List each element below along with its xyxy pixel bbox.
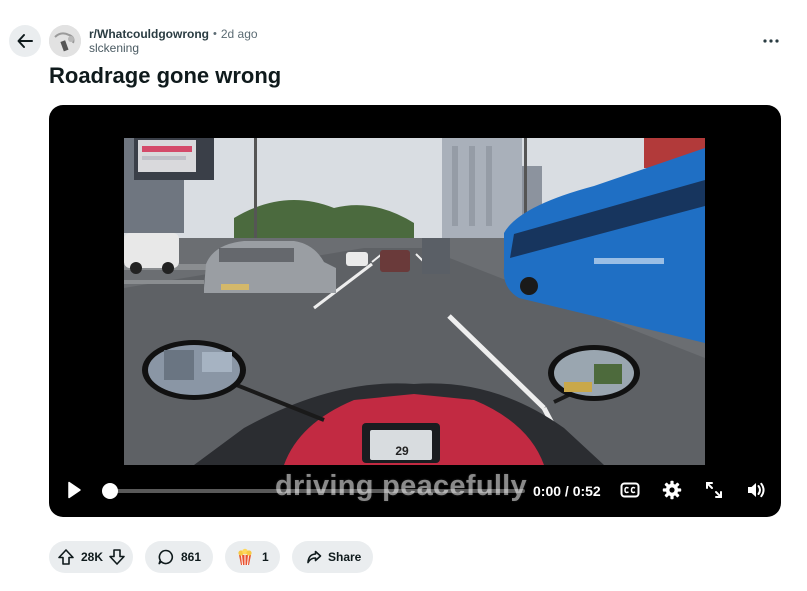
share-label: Share [328, 550, 362, 564]
meta-separator: • [212, 28, 217, 40]
play-button[interactable] [63, 479, 85, 501]
fullscreen-button[interactable] [703, 479, 725, 501]
comments-button[interactable]: 861 [145, 541, 213, 573]
upvote-button[interactable] [57, 548, 75, 566]
captions-icon [620, 482, 640, 498]
volume-button[interactable] [745, 479, 767, 501]
share-icon [306, 549, 322, 565]
settings-gear-icon [662, 480, 682, 500]
play-icon [68, 481, 81, 499]
post-age: 2d ago [220, 27, 258, 41]
video-player[interactable]: 29 driving peacefully 0:00 / 0:52 [49, 105, 781, 517]
back-button[interactable] [9, 25, 41, 57]
captions-button[interactable] [619, 479, 641, 501]
upvote-icon [58, 549, 74, 565]
more-options-icon [763, 39, 779, 43]
video-frame: 29 [124, 138, 705, 465]
post-title: Roadrage gone wrong [49, 63, 282, 88]
fullscreen-icon [706, 482, 722, 498]
speedometer-readout: 29 [395, 444, 409, 458]
share-button[interactable]: Share [292, 541, 373, 573]
comment-icon [158, 549, 174, 565]
volume-icon [748, 482, 765, 498]
progress-scrubber[interactable] [102, 483, 118, 499]
downvote-icon [109, 549, 125, 565]
vote-count: 28K [81, 550, 104, 564]
downvote-button[interactable] [108, 548, 126, 566]
motorcycle-road-scene: 29 [124, 138, 705, 465]
more-options-button[interactable] [755, 28, 787, 54]
video-controls: 0:00 / 0:52 [49, 475, 781, 505]
back-arrow-icon [17, 34, 33, 48]
progress-bar[interactable] [107, 489, 525, 493]
comment-count: 861 [181, 550, 202, 564]
vote-pill: 28K [49, 541, 133, 573]
subreddit-avatar[interactable] [49, 25, 81, 57]
award-count: 1 [262, 550, 269, 564]
award-button[interactable]: 1 [225, 541, 280, 573]
award-icon [235, 547, 255, 567]
video-time: 0:00 / 0:52 [533, 483, 601, 499]
subreddit-link[interactable]: r/Whatcouldgowrong [89, 27, 209, 41]
settings-button[interactable] [661, 479, 683, 501]
post-meta: r/Whatcouldgowrong • 2d ago slckening [89, 27, 258, 55]
author-link[interactable]: slckening [89, 41, 258, 55]
